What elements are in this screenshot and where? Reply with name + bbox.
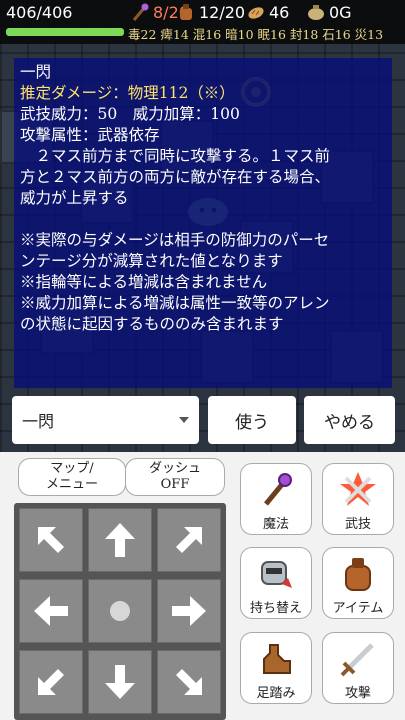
arrow-up-icon <box>105 523 135 557</box>
bread-count: 46 <box>269 2 290 22</box>
dash-label-line2: OFF <box>160 477 190 492</box>
hp-bar <box>6 28 124 36</box>
skill-info-panel: 一閃 推定ダメージ：物理112（※） 武技威力：50 威力加算：100 攻撃属性… <box>14 58 392 388</box>
step-label: 足踏み <box>256 686 296 701</box>
item-icon <box>345 558 371 591</box>
gold-stat: 0G <box>306 2 352 22</box>
selected-skill: 一閃 <box>22 412 55 431</box>
estimated-damage: 推定ダメージ：物理112（※） <box>20 84 235 102</box>
swap-label: 持ち替え <box>249 601 302 616</box>
move-up-left-button[interactable] <box>19 508 83 572</box>
gold-icon <box>308 5 324 20</box>
attack-icon <box>340 643 374 677</box>
move-left-button[interactable] <box>19 579 83 643</box>
arrow-up-left-icon <box>38 527 64 553</box>
map-label-line2: メニュー <box>45 477 98 492</box>
move-right-button[interactable] <box>157 579 221 643</box>
wand-icon <box>132 3 149 21</box>
swap-button[interactable]: 持ち替え <box>240 547 312 619</box>
skill-power: 武技威力：50 威力加算：100 <box>20 105 240 123</box>
magic-icon <box>264 473 292 506</box>
item-button[interactable]: アイテム <box>322 547 394 619</box>
bag-stat: 12/20 <box>176 2 245 22</box>
magic-button[interactable]: 魔法 <box>240 463 312 535</box>
dash-toggle-button[interactable]: ダッシュ OFF <box>125 458 225 496</box>
move-down-left-button[interactable] <box>19 650 83 714</box>
move-up-right-button[interactable] <box>157 508 221 572</box>
skill-label: 武技 <box>344 517 371 532</box>
item-label: アイテム <box>332 601 384 616</box>
attack-button[interactable]: 攻撃 <box>322 632 394 704</box>
arrow-down-right-icon <box>176 669 202 695</box>
step-button[interactable]: 足踏み <box>240 632 312 704</box>
skill-note: ※威力加算による増減は属性一致等のアレン <box>20 294 330 312</box>
move-down-button[interactable] <box>88 650 152 714</box>
bread-icon <box>248 7 264 19</box>
bag-icon <box>180 4 192 20</box>
bag-count: 12/20 <box>199 2 246 22</box>
skill-description: 方と２マス前方の両方に敵が存在する場合、 <box>20 168 331 186</box>
attack-attribute: 攻撃属性：武器依存 <box>20 126 160 144</box>
arrow-right-icon <box>172 596 206 626</box>
center-dot-icon <box>109 600 131 622</box>
arrow-down-icon <box>105 665 135 699</box>
use-button[interactable]: 使う <box>208 396 296 444</box>
dash-label-line1: ダッシュ <box>148 461 201 476</box>
hp-text: 406/406 <box>6 3 73 22</box>
move-up-button[interactable] <box>88 508 152 572</box>
quit-button[interactable]: やめる <box>304 396 395 444</box>
skill-note: ※指輪等による増減は含まれません <box>20 273 268 291</box>
wait-button[interactable] <box>88 579 152 643</box>
skill-select-dropdown[interactable]: 一閃 <box>12 396 199 444</box>
direction-pad <box>14 503 226 720</box>
magic-label: 魔法 <box>262 517 289 532</box>
move-down-right-button[interactable] <box>157 650 221 714</box>
chevron-down-icon <box>179 417 189 423</box>
skill-note: ンテージ分が減算された値となります <box>20 252 283 270</box>
map-menu-button[interactable]: マップ/ メニュー <box>18 458 126 496</box>
hp-bar-fill <box>6 28 124 36</box>
skill-note: ※実際の与ダメージは相手の防御力のパーセ <box>20 231 330 249</box>
skill-name: 一閃 <box>20 63 52 81</box>
skill-icon <box>340 472 376 506</box>
gold-count: 0G <box>329 2 352 22</box>
status-bar: 406/406 8/20 12/20 46 0G 毒22 痺14 混16 暗10… <box>0 0 405 44</box>
arrow-down-left-icon <box>38 669 64 695</box>
bread-stat: 46 <box>246 2 289 22</box>
attack-label: 攻撃 <box>344 686 371 701</box>
swap-icon <box>261 561 292 588</box>
step-icon <box>263 644 291 674</box>
skill-button[interactable]: 武技 <box>322 463 394 535</box>
skill-note: の状態に起因するもののみ含まれます <box>20 315 284 333</box>
arrow-left-icon <box>34 596 68 626</box>
resistances-text: 毒22 痺14 混16 暗10 眠16 封18 石16 災13 <box>128 27 384 42</box>
map-label-line1: マップ/ <box>50 461 94 476</box>
arrow-up-right-icon <box>176 527 202 553</box>
skill-description: 威力が上昇する <box>20 189 129 207</box>
control-panel: マップ/ メニュー ダッシュ OFF 魔法 武技 持ち替え アイテム 足踏み 攻… <box>0 452 405 720</box>
skill-description: ２マス前方まで同時に攻撃する。１マス前 <box>20 147 331 165</box>
